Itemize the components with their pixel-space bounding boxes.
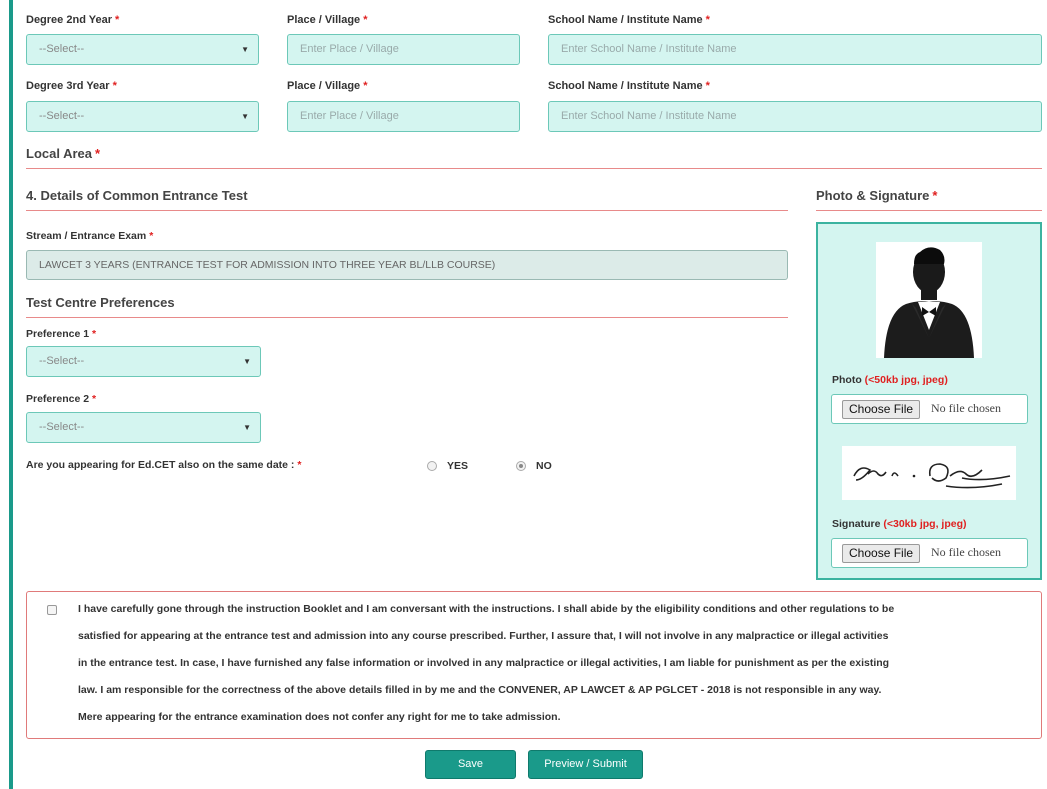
place-village-input-2[interactable]: Enter Place / Village	[287, 101, 520, 132]
signature-file-status: No file chosen	[931, 545, 1001, 559]
edcet-question: Are you appearing for Ed.CET also on the…	[26, 459, 302, 471]
preference-2-select[interactable]: --Select-- ▼	[26, 412, 261, 443]
signature-scribble-icon	[853, 463, 1011, 489]
photo-label: Photo (<50kb jpg, jpeg)	[832, 374, 948, 386]
declaration-checkbox[interactable]	[47, 605, 57, 615]
preview-submit-button[interactable]: Preview / Submit	[528, 750, 643, 779]
degree-2nd-year-label: Degree 2nd Year *	[26, 14, 120, 26]
school-name-label-1: School Name / Institute Name *	[548, 14, 710, 26]
signature-choose-file-button[interactable]: Choose File	[842, 544, 921, 563]
left-accent-bar	[9, 0, 13, 789]
preference-1-select[interactable]: --Select-- ▼	[26, 346, 261, 377]
photo-preview	[876, 242, 982, 358]
signature-preview	[842, 446, 1016, 500]
degree-3rd-year-label: Degree 3rd Year *	[26, 80, 117, 92]
degree-3rd-year-select[interactable]: --Select-- ▼	[26, 101, 259, 132]
edcet-yes-radio[interactable]	[427, 461, 437, 471]
preference-1-label: Preference 1 *	[26, 328, 97, 340]
divider	[26, 317, 788, 318]
edcet-yes-label: YES	[447, 460, 469, 472]
caret-down-icon: ▼	[243, 423, 251, 432]
stream-field: LAWCET 3 YEARS (ENTRANCE TEST FOR ADMISS…	[26, 250, 788, 280]
declaration-line: satisfied for appearing at the entrance …	[78, 630, 889, 642]
degree-2nd-year-select[interactable]: --Select-- ▼	[26, 34, 259, 65]
signature-label: Signature (<30kb jpg, jpeg)	[832, 518, 967, 530]
declaration-line: I have carefully gone through the instru…	[78, 603, 895, 615]
signature-file-input[interactable]: Choose File No file chosen	[831, 538, 1028, 568]
select-value: --Select--	[39, 355, 85, 367]
school-name-input-1[interactable]: Enter School Name / Institute Name	[548, 34, 1042, 65]
place-village-input-1[interactable]: Enter Place / Village	[287, 34, 520, 65]
stream-label: Stream / Entrance Exam *	[26, 230, 154, 242]
photo-signature-panel: Photo (<50kb jpg, jpeg) Choose File No f…	[816, 222, 1042, 580]
caret-down-icon: ▼	[243, 357, 251, 366]
local-area-title: Local Area *	[26, 146, 101, 161]
school-name-input-2[interactable]: Enter School Name / Institute Name	[548, 101, 1042, 132]
caret-down-icon: ▼	[241, 112, 249, 121]
divider	[26, 168, 1042, 169]
declaration-box: I have carefully gone through the instru…	[26, 591, 1042, 739]
place-village-label-2: Place / Village *	[287, 80, 368, 92]
photo-file-input[interactable]: Choose File No file chosen	[831, 394, 1028, 424]
select-value: --Select--	[39, 110, 85, 122]
divider	[26, 210, 788, 211]
photo-file-status: No file chosen	[931, 401, 1001, 415]
person-silhouette-icon	[884, 247, 974, 358]
declaration-line: law. I am responsible for the correctnes…	[78, 684, 882, 696]
declaration-line: in the entrance test. In case, I have fu…	[78, 657, 890, 669]
school-name-label-2: School Name / Institute Name *	[548, 80, 710, 92]
test-centre-title: Test Centre Preferences	[26, 295, 175, 310]
divider	[816, 210, 1042, 211]
save-button[interactable]: Save	[425, 750, 516, 779]
photo-choose-file-button[interactable]: Choose File	[842, 400, 921, 419]
select-value: --Select--	[39, 43, 85, 55]
photo-signature-title: Photo & Signature *	[816, 188, 938, 203]
place-village-label-1: Place / Village *	[287, 14, 368, 26]
cet-section-title: 4. Details of Common Entrance Test	[26, 188, 248, 203]
caret-down-icon: ▼	[241, 45, 249, 54]
edcet-no-radio[interactable]	[516, 461, 526, 471]
select-value: --Select--	[39, 421, 85, 433]
preference-2-label: Preference 2 *	[26, 393, 97, 405]
declaration-line: Mere appearing for the entrance examinat…	[78, 711, 561, 723]
edcet-no-label: NO	[536, 460, 552, 472]
